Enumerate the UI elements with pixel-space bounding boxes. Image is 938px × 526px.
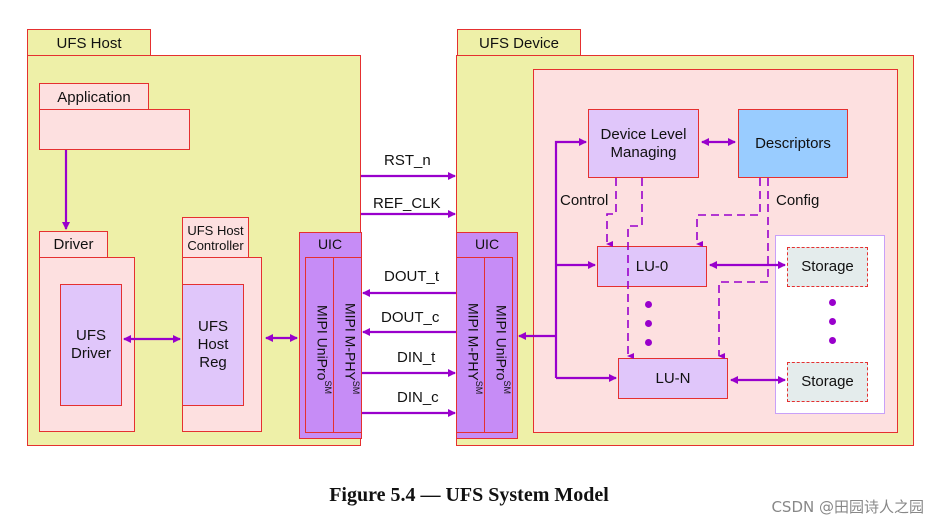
watermark: CSDN @田园诗人之园 bbox=[771, 498, 924, 516]
config-lu0-dashed bbox=[696, 178, 761, 247]
connector-layer bbox=[62, 138, 786, 417]
to-dlm-arrow bbox=[554, 138, 587, 378]
control-lu0-dashed bbox=[606, 178, 617, 247]
control-lun-dashed bbox=[627, 178, 643, 359]
